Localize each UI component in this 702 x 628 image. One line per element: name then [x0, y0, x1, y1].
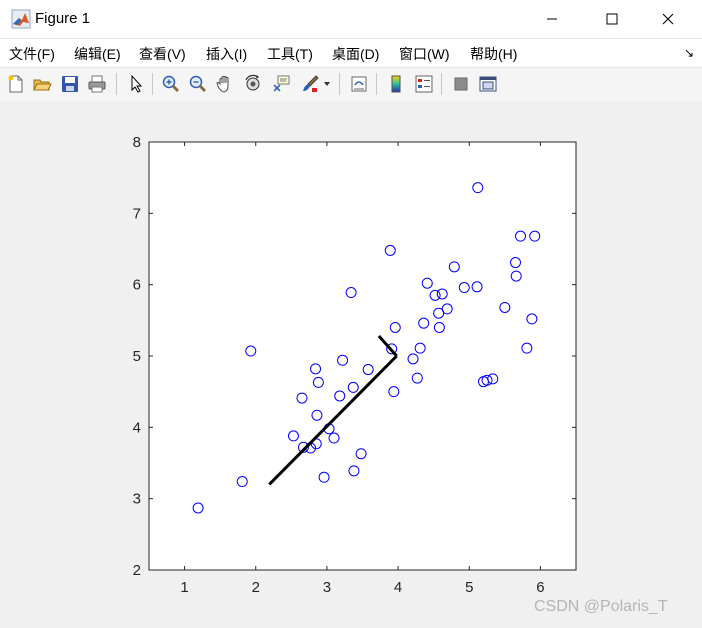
open-file-icon [33, 79, 52, 91]
menu-desktop[interactable]: 桌面(D) [332, 44, 379, 64]
show-plot-tools-icon [479, 76, 497, 92]
axes-background [148, 141, 577, 571]
window-title: Figure 1 [35, 10, 91, 27]
close-button[interactable] [645, 0, 691, 38]
open-file-button[interactable] [30, 72, 54, 96]
x-tick-label: 2 [252, 579, 260, 596]
matlab-logo-icon [11, 9, 31, 29]
brush-button[interactable] [298, 72, 322, 96]
hide-plot-tools-icon [454, 77, 468, 91]
zoom-in-icon [162, 75, 180, 93]
toolbar-separator [339, 73, 340, 95]
dock-arrow-icon[interactable]: ↘ [684, 46, 694, 60]
x-tick-label: 3 [323, 579, 331, 596]
menu-window[interactable]: 窗口(W) [399, 44, 450, 64]
legend-icon [415, 75, 433, 93]
zoom-out-icon [189, 75, 207, 93]
legend-button[interactable] [412, 72, 436, 96]
toolbar-separator [116, 73, 117, 95]
save-icon [62, 76, 78, 92]
menu-tools[interactable]: 工具(T) [267, 44, 313, 64]
show-plot-tools-button[interactable] [476, 72, 500, 96]
pan-hand-icon [216, 76, 229, 93]
pointer-icon [131, 74, 143, 93]
x-tick-label: 5 [465, 579, 473, 596]
y-tick-label: 3 [133, 491, 141, 508]
data-cursor-button[interactable] [269, 72, 293, 96]
new-figure-icon [8, 75, 23, 93]
new-figure-button[interactable] [4, 72, 28, 96]
pointer-button[interactable] [124, 72, 148, 96]
figure-toolbar [0, 67, 702, 102]
y-tick-label: 6 [133, 277, 141, 294]
data-cursor-icon [273, 75, 290, 92]
link-plot-icon [351, 76, 367, 92]
rotate-3d-button[interactable] [241, 72, 265, 96]
toolbar-separator [152, 73, 153, 95]
save-button[interactable] [58, 72, 82, 96]
menu-help[interactable]: 帮助(H) [470, 44, 517, 64]
menu-edit[interactable]: 编辑(E) [74, 44, 121, 64]
watermark: CSDN @Polaris_T [534, 598, 668, 615]
zoom-out-button[interactable] [186, 72, 210, 96]
colorbar-icon [391, 75, 401, 93]
print-button[interactable] [85, 72, 109, 96]
link-plot-button[interactable] [347, 72, 371, 96]
maximize-icon [606, 13, 618, 25]
y-tick-label: 8 [133, 134, 141, 151]
hide-plot-tools-button[interactable] [449, 72, 473, 96]
brush-dropdown-icon [324, 82, 330, 86]
maximize-button[interactable] [589, 0, 635, 38]
pan-button[interactable] [213, 72, 237, 96]
minimize-icon [547, 18, 557, 20]
rotate-3d-icon [245, 74, 260, 91]
menu-bar: 文件(F) 编辑(E) 查看(V) 插入(I) 工具(T) 桌面(D) 窗口(W… [0, 39, 702, 67]
menu-view[interactable]: 查看(V) [139, 44, 186, 64]
toolbar-separator [376, 73, 377, 95]
y-tick-label: 4 [133, 419, 141, 436]
x-tick-label: 1 [180, 579, 188, 596]
figure-canvas[interactable]: 1 2 3 4 5 6 2 3 4 5 6 7 8 [0, 101, 702, 628]
brush-icon [303, 75, 319, 92]
colorbar-button[interactable] [384, 72, 408, 96]
x-tick-label: 4 [394, 579, 402, 596]
title-bar: Figure 1 [0, 0, 702, 39]
y-tick-label: 7 [133, 205, 141, 222]
x-tick-label: 6 [536, 579, 544, 596]
menu-file[interactable]: 文件(F) [9, 44, 55, 64]
y-tick-label: 2 [133, 562, 141, 579]
toolbar-separator [441, 73, 442, 95]
scatter-plot[interactable]: 1 2 3 4 5 6 2 3 4 5 6 7 8 [0, 101, 702, 628]
print-icon [88, 75, 106, 93]
brush-dropdown-button[interactable] [321, 72, 333, 96]
close-icon [662, 13, 674, 25]
minimize-button[interactable] [529, 0, 575, 38]
y-tick-label: 5 [133, 348, 141, 365]
zoom-in-button[interactable] [159, 72, 183, 96]
menu-insert[interactable]: 插入(I) [206, 44, 247, 64]
